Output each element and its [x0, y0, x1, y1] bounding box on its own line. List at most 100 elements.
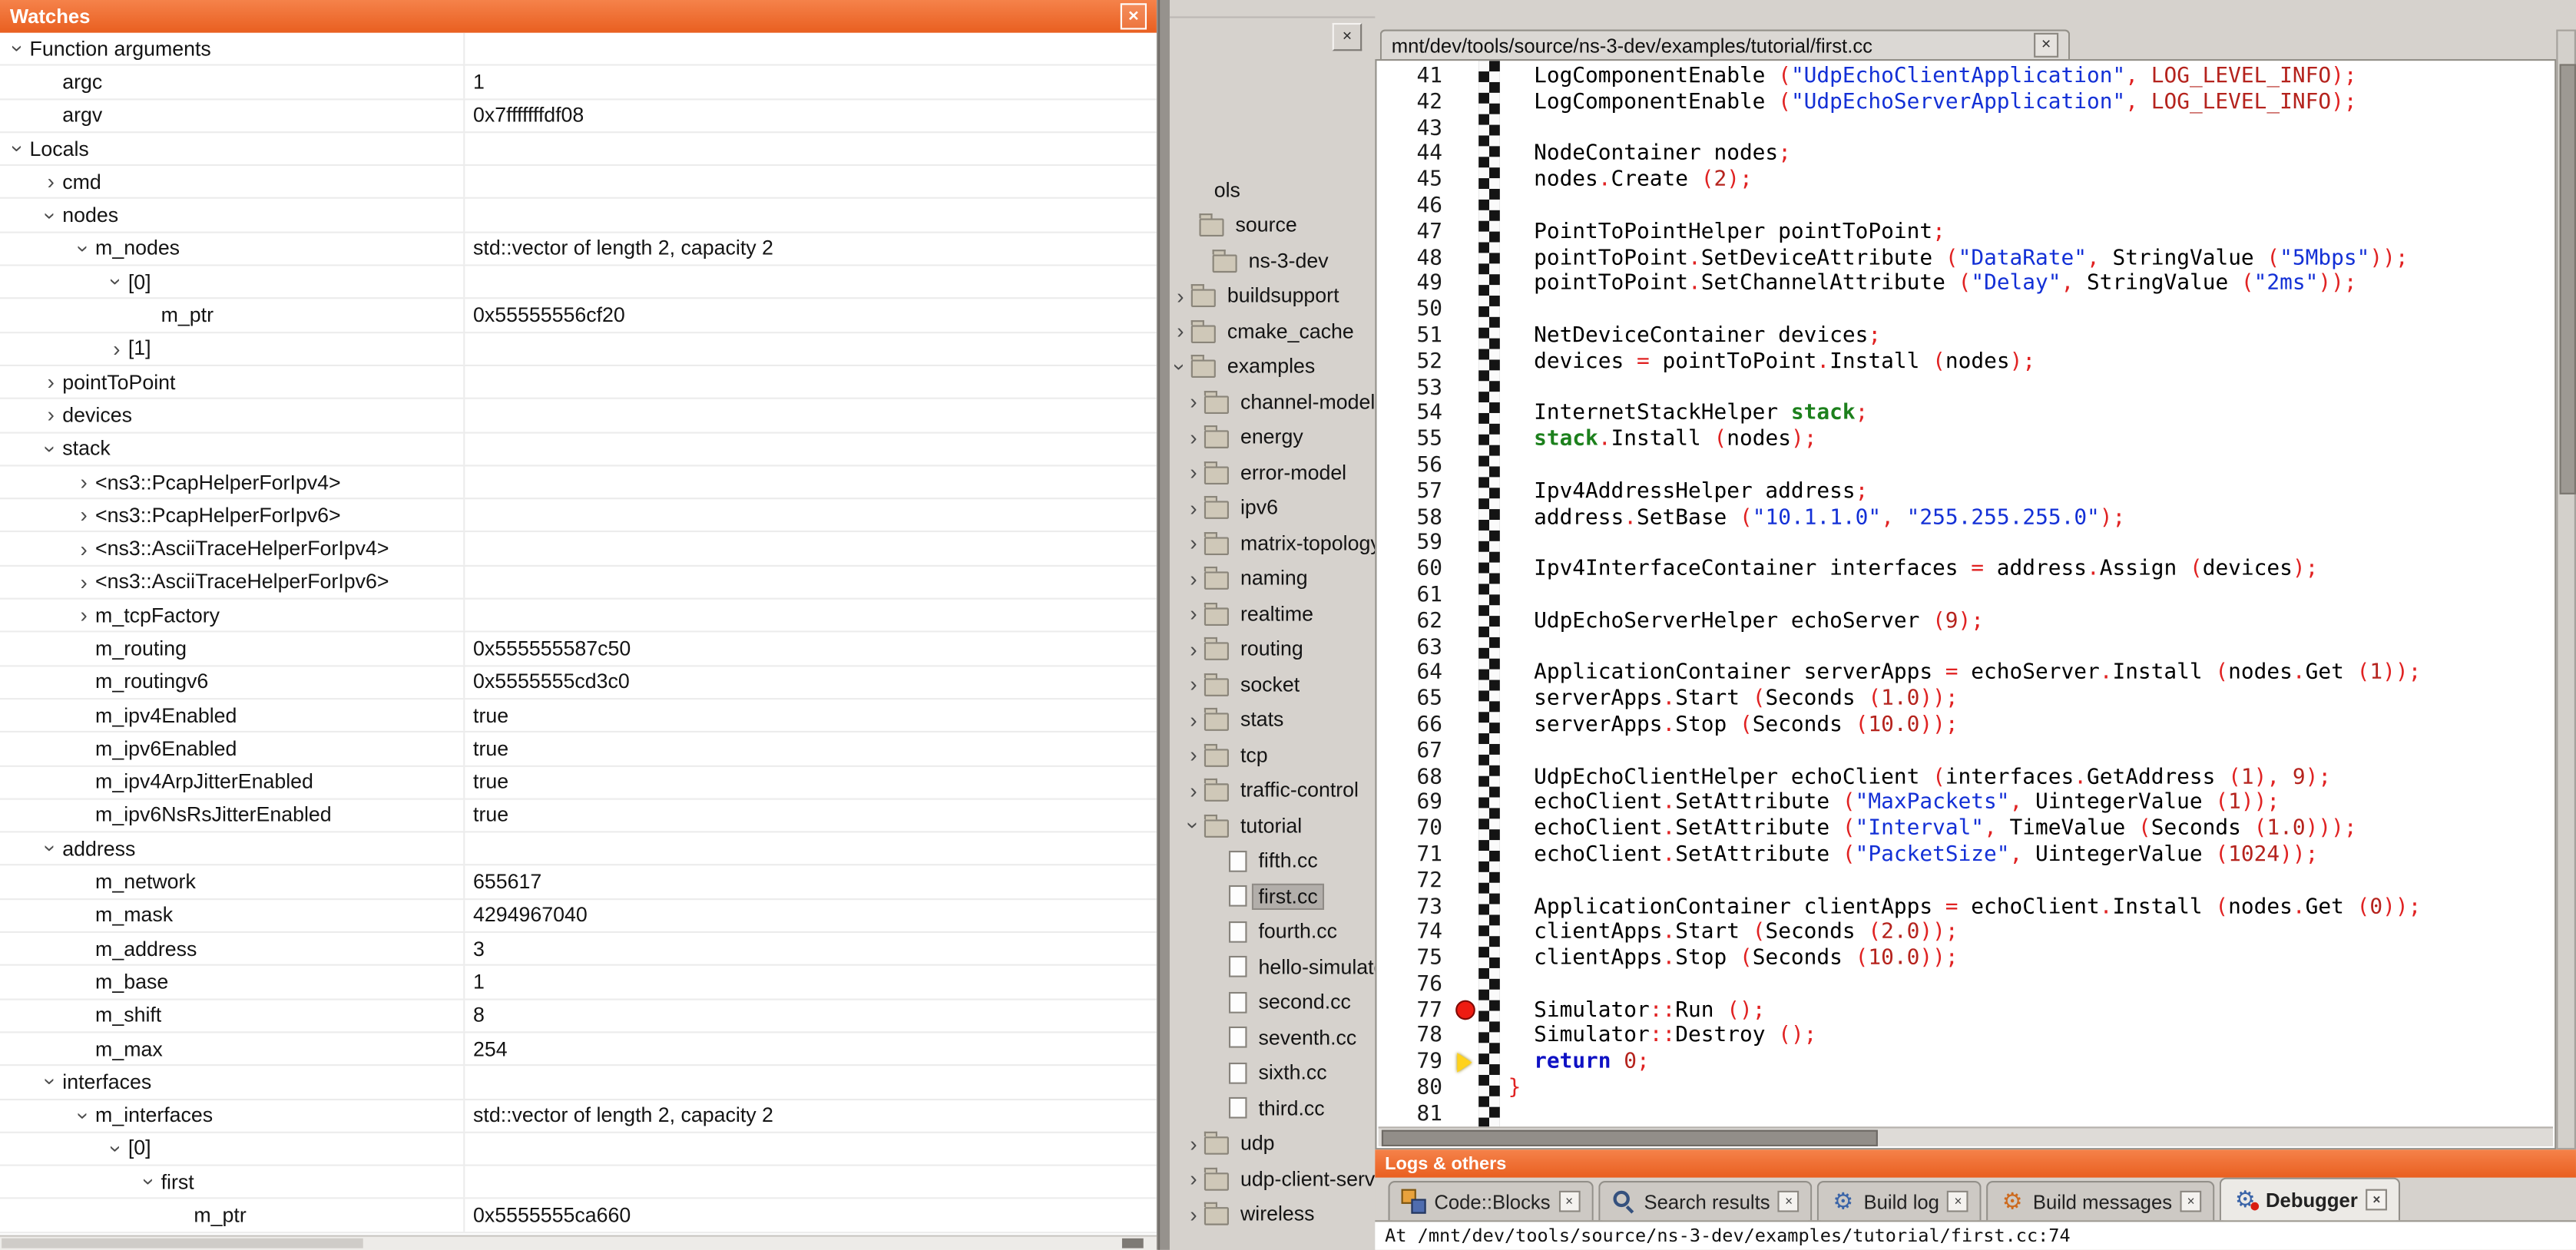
breakpoint-margin[interactable]	[1452, 765, 1478, 791]
watch-row[interactable]: ›[1]	[0, 333, 1157, 366]
tree-row[interactable]: ›channel-models	[1170, 385, 1375, 420]
line-number[interactable]: 73	[1376, 895, 1452, 921]
watch-row[interactable]: ›m_ptr0x55555556cf20	[0, 299, 1157, 332]
line-number[interactable]: 56	[1376, 453, 1452, 479]
tree-item-selected[interactable]: first.cc	[1253, 885, 1323, 908]
expander-icon[interactable]: ›	[1183, 462, 1204, 484]
tree-item-label[interactable]: fourth.cc	[1253, 920, 1342, 943]
tree-item-label[interactable]: third.cc	[1253, 1096, 1329, 1119]
expander-icon[interactable]: ›	[1183, 498, 1204, 519]
tree-row[interactable]: ›wireless	[1170, 1196, 1375, 1232]
log-tab-search-results[interactable]: Search results×	[1598, 1181, 1813, 1220]
watch-row[interactable]: ›m_ipv6Enabledtrue	[0, 732, 1157, 766]
tree-item-label[interactable]: naming	[1236, 567, 1313, 590]
tree-item-label[interactable]: socket	[1236, 673, 1305, 696]
tree-row[interactable]: ›error-model	[1170, 455, 1375, 491]
editor-horizontal-scrollbar[interactable]	[1379, 1126, 2553, 1146]
editor-tab[interactable]: mnt/dev/tools/source/ns-3-dev/examples/t…	[1380, 30, 2070, 60]
log-tab-build-log[interactable]: Build log×	[1818, 1181, 1982, 1220]
resize-grip[interactable]	[1122, 1238, 1144, 1248]
breakpoint-margin[interactable]	[1452, 402, 1478, 428]
line-number[interactable]: 78	[1376, 1024, 1452, 1050]
editor-vertical-scrollbar[interactable]	[2556, 30, 2576, 1150]
tree-item-label[interactable]: wireless	[1236, 1202, 1319, 1225]
tree-row[interactable]: second.cc	[1170, 984, 1375, 1020]
expander-icon[interactable]: ›	[72, 605, 95, 627]
tree-row[interactable]: ›socket	[1170, 666, 1375, 702]
line-number[interactable]: 47	[1376, 220, 1452, 246]
line-number[interactable]: 79	[1376, 1050, 1452, 1076]
expander-icon[interactable]: ›	[39, 405, 62, 426]
expander-icon[interactable]: ›	[1183, 568, 1204, 590]
tree-row[interactable]: › matrix-topology	[1170, 525, 1375, 561]
tree-row[interactable]: first.cc	[1170, 878, 1375, 914]
tree-item-label[interactable]: hello-simulator.cc	[1253, 955, 1375, 978]
watch-row[interactable]: ›m_mask4294967040	[0, 900, 1157, 933]
expander-icon[interactable]: ›	[1183, 533, 1204, 554]
line-number[interactable]: 68	[1376, 765, 1452, 791]
tree-row[interactable]: third.cc	[1170, 1090, 1375, 1126]
breakpoint-margin[interactable]	[1452, 298, 1478, 324]
line-number[interactable]: 67	[1376, 739, 1452, 765]
expander-icon[interactable]: ›	[1183, 604, 1204, 625]
line-number[interactable]: 42	[1376, 90, 1452, 116]
tree-row[interactable]: ›realtime	[1170, 596, 1375, 631]
breakpoint-margin[interactable]	[1452, 816, 1478, 842]
tree-item-label[interactable]: traffic-control	[1236, 779, 1364, 802]
tree-item-label[interactable]: tcp	[1236, 743, 1273, 766]
watch-row[interactable]: ›m_ipv4ArpJitterEnabledtrue	[0, 766, 1157, 799]
breakpoint-margin[interactable]	[1452, 1050, 1478, 1076]
breakpoint-margin[interactable]	[1452, 193, 1478, 220]
expander-icon[interactable]: ›	[106, 1137, 127, 1160]
watch-row[interactable]: ›m_ptr0x5555555ca660	[0, 1199, 1157, 1232]
expander-icon[interactable]: ›	[1183, 1168, 1204, 1189]
line-number[interactable]: 76	[1376, 972, 1452, 998]
watch-row[interactable]: ›<ns3::PcapHelperForIpv6>	[0, 500, 1157, 533]
tree-item-label[interactable]: matrix-topology	[1236, 532, 1376, 555]
watch-row[interactable]: ›m_base1	[0, 966, 1157, 999]
breakpoint-margin[interactable]	[1452, 1076, 1478, 1102]
tree-row[interactable]: ›cmake_cache	[1170, 314, 1375, 349]
tree-row[interactable]: sixth.cc	[1170, 1055, 1375, 1090]
line-number[interactable]: 50	[1376, 298, 1452, 324]
watch-row[interactable]: ›Function arguments	[0, 33, 1157, 66]
breakpoint-margin[interactable]	[1452, 323, 1478, 349]
line-number[interactable]: 45	[1376, 168, 1452, 194]
watch-row[interactable]: ›m_address3	[0, 933, 1157, 966]
watch-row[interactable]: ›m_tcpFactory	[0, 600, 1157, 633]
line-number[interactable]: 77	[1376, 998, 1452, 1024]
breakpoint-margin[interactable]	[1452, 168, 1478, 194]
breakpoint-margin[interactable]	[1452, 946, 1478, 972]
watch-row[interactable]: ›nodes	[0, 200, 1157, 233]
tree-item-label[interactable]: udp	[1236, 1132, 1280, 1155]
breakpoint-margin[interactable]	[1452, 686, 1478, 713]
expander-icon[interactable]: ›	[72, 538, 95, 560]
line-number[interactable]: 65	[1376, 686, 1452, 713]
breakpoint-margin[interactable]	[1452, 427, 1478, 453]
watch-row[interactable]: ›address	[0, 833, 1157, 866]
expander-icon[interactable]: ›	[1170, 356, 1191, 378]
tree-row[interactable]: ›ipv6	[1170, 490, 1375, 525]
close-icon[interactable]: ×	[2034, 33, 2058, 58]
expander-icon[interactable]: ›	[1183, 745, 1204, 766]
close-icon[interactable]: ×	[1948, 1191, 1969, 1212]
log-tab-code-blocks[interactable]: Code::Blocks×	[1388, 1181, 1593, 1220]
close-icon[interactable]: ×	[2366, 1189, 2388, 1211]
expander-icon[interactable]: ›	[8, 137, 29, 160]
watch-row[interactable]: ›<ns3::PcapHelperForIpv4>	[0, 466, 1157, 499]
expander-icon[interactable]: ›	[1183, 1133, 1204, 1154]
tree-row[interactable]: fourth.cc	[1170, 914, 1375, 949]
expander-icon[interactable]: ›	[72, 571, 95, 593]
tree-item-label[interactable]: source	[1230, 214, 1302, 237]
expander-icon[interactable]: ›	[40, 1070, 61, 1093]
tree-item-label[interactable]: channel-models	[1236, 391, 1376, 414]
tree-row[interactable]: hello-simulator.cc	[1170, 949, 1375, 984]
breakpoint-margin[interactable]	[1452, 1102, 1478, 1128]
line-number[interactable]: 51	[1376, 323, 1452, 349]
breakpoint-margin[interactable]	[1452, 1024, 1478, 1050]
close-icon[interactable]: ×	[2180, 1191, 2202, 1212]
close-icon[interactable]: ×	[1558, 1191, 1580, 1212]
breakpoint-margin[interactable]	[1452, 375, 1478, 402]
tree-row[interactable]: ›udp-client-server	[1170, 1161, 1375, 1196]
logs-titlebar[interactable]: Logs & others	[1375, 1149, 2576, 1177]
